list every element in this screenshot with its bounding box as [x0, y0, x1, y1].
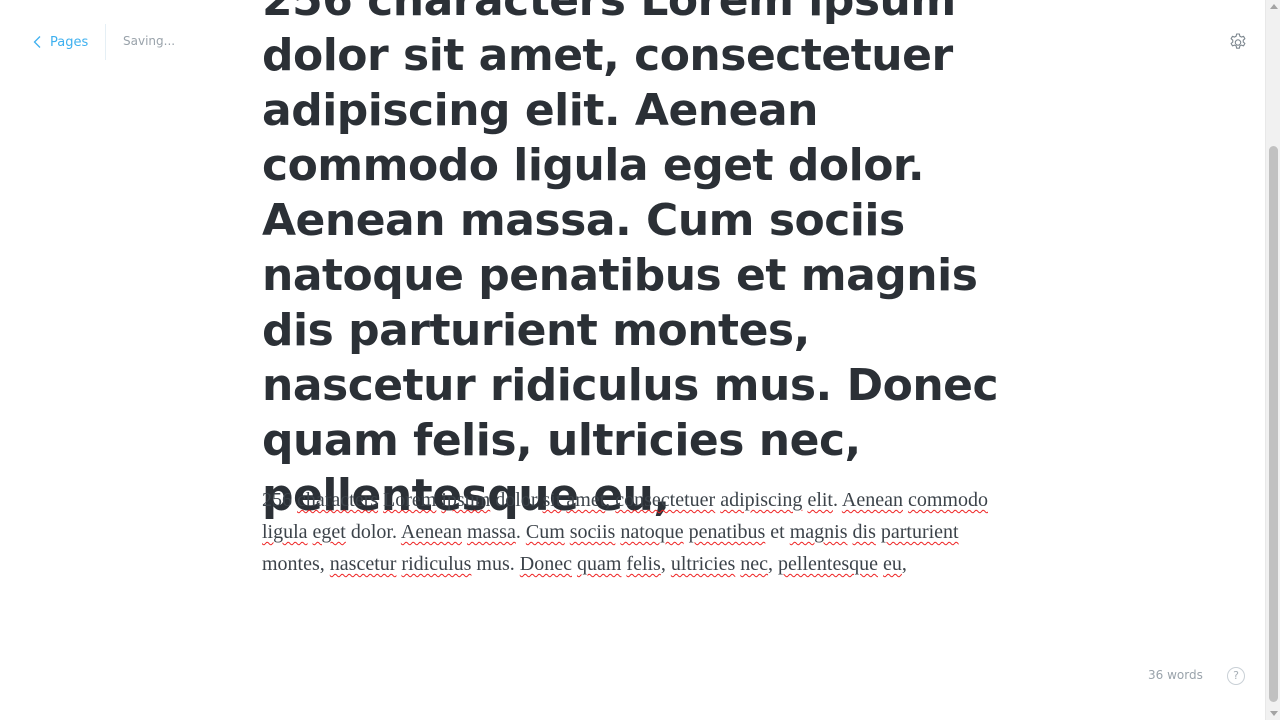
- misspelled-word[interactable]: characters: [297, 489, 378, 511]
- nav-divider: [105, 24, 106, 60]
- misspelled-word[interactable]: massa: [467, 521, 516, 543]
- misspelled-word[interactable]: eget: [313, 521, 346, 543]
- misspelled-word[interactable]: elit: [807, 489, 833, 511]
- scroll-up-arrow-icon[interactable]: [1270, 4, 1278, 9]
- post-body[interactable]: 256 characters Lorem ipsum dolor sit ame…: [262, 484, 1007, 580]
- settings-button[interactable]: [1228, 32, 1248, 52]
- misspelled-word[interactable]: ridiculus: [401, 553, 471, 575]
- misspelled-word[interactable]: penatibus: [689, 521, 766, 543]
- misspelled-word[interactable]: ultricies: [671, 553, 735, 575]
- misspelled-word[interactable]: nec: [740, 553, 768, 575]
- misspelled-word[interactable]: adipiscing: [720, 489, 802, 511]
- pages-back-link[interactable]: Pages: [32, 30, 88, 54]
- editor-nav: Pages Saving...: [0, 0, 260, 85]
- misspelled-word[interactable]: Donec: [520, 553, 572, 575]
- misspelled-word[interactable]: parturient: [881, 521, 959, 543]
- misspelled-word[interactable]: ipsum: [441, 489, 490, 511]
- misspelled-word[interactable]: amet: [566, 489, 605, 511]
- gear-icon: [1230, 33, 1246, 49]
- misspelled-word[interactable]: Cum: [526, 521, 565, 543]
- pages-back-label: Pages: [50, 34, 89, 50]
- misspelled-word[interactable]: sociis: [570, 521, 616, 543]
- misspelled-word[interactable]: eu: [883, 553, 902, 575]
- misspelled-word[interactable]: Lorem: [383, 489, 436, 511]
- misspelled-word[interactable]: pellentesque: [778, 553, 878, 575]
- scroll-thumb[interactable]: [1269, 146, 1278, 702]
- misspelled-word[interactable]: nascetur: [330, 553, 397, 575]
- misspelled-word[interactable]: felis: [626, 553, 660, 575]
- misspelled-word[interactable]: magnis: [790, 521, 848, 543]
- post-title[interactable]: 256 characters Lorem ipsum dolor sit ame…: [262, 0, 1007, 523]
- misspelled-word[interactable]: consectetuer: [615, 489, 715, 511]
- save-status: Saving...: [123, 34, 176, 48]
- chevron-left-icon: [33, 36, 41, 48]
- misspelled-word[interactable]: ligula: [262, 521, 308, 543]
- misspelled-word[interactable]: Aenean: [842, 489, 903, 511]
- help-button[interactable]: ?: [1227, 667, 1245, 685]
- misspelled-word[interactable]: commodo: [908, 489, 988, 511]
- misspelled-word[interactable]: sit: [542, 489, 561, 511]
- vertical-scrollbar[interactable]: [1265, 0, 1280, 720]
- misspelled-word[interactable]: Aenean: [401, 521, 462, 543]
- misspelled-word[interactable]: dis: [853, 521, 876, 543]
- question-mark-icon: ?: [1233, 669, 1239, 682]
- scroll-down-arrow-icon[interactable]: [1270, 711, 1278, 716]
- word-count: 36 words: [1148, 668, 1203, 682]
- misspelled-word[interactable]: natoque: [620, 521, 683, 543]
- editor-viewport: 256 characters Lorem ipsum dolor sit ame…: [0, 0, 1265, 720]
- misspelled-word[interactable]: quam: [577, 553, 621, 575]
